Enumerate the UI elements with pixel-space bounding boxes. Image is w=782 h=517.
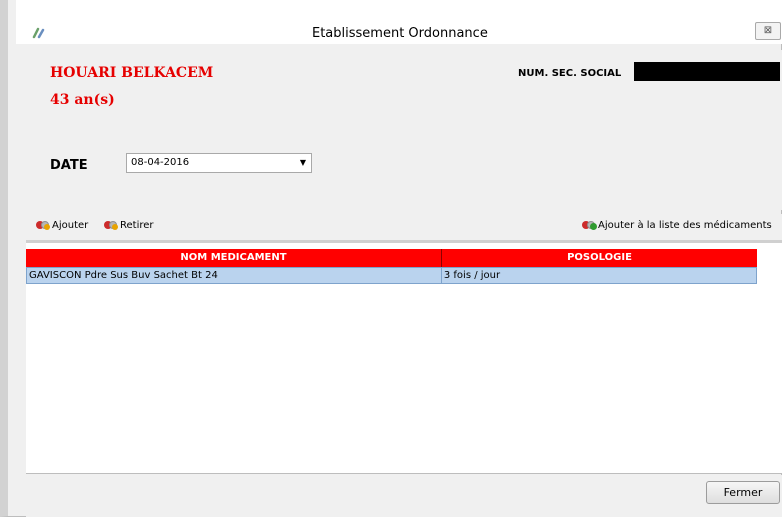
patient-name: HOUARI BELKACEM: [50, 65, 214, 81]
date-select[interactable]: 08-04-2016 ▼: [126, 153, 312, 173]
date-value: 08-04-2016: [131, 157, 190, 168]
nss-value-redacted: [634, 62, 780, 81]
close-button[interactable]: Fermer: [706, 481, 780, 504]
pill-app-icon: [32, 27, 45, 39]
add-button-label: Ajouter: [52, 220, 89, 231]
add-to-list-icon: [582, 220, 597, 230]
patient-info-panel: HOUARI BELKACEM 43 an(s) NUM. SEC. SOCIA…: [26, 50, 782, 210]
close-icon[interactable]: ⊠: [755, 22, 781, 40]
column-header-posologie[interactable]: POSOLOGIE: [442, 249, 757, 267]
cell-posologie[interactable]: 3 fois / jour: [442, 268, 756, 283]
toolbar: Ajouter Retirer Ajouter à la liste des m…: [26, 214, 782, 240]
prescription-window: Etablissement Ordonnance ⊠ HOUARI BELKAC…: [0, 0, 782, 517]
table-row[interactable]: GAVISCON Pdre Sus Buv Sachet Bt 24 3 foi…: [26, 267, 757, 284]
remove-medication-icon: [104, 220, 118, 230]
add-to-list-button[interactable]: Ajouter à la liste des médicaments: [582, 220, 772, 231]
footer: Fermer: [26, 475, 782, 517]
patient-age: 43 an(s): [50, 92, 115, 108]
date-label: DATE: [50, 158, 88, 173]
add-to-list-label: Ajouter à la liste des médicaments: [598, 220, 772, 231]
remove-button-label: Retirer: [120, 220, 154, 231]
title-bar: Etablissement Ordonnance ⊠: [16, 0, 782, 44]
nss-label: NUM. SEC. SOCIAL: [518, 68, 622, 79]
cell-nom[interactable]: GAVISCON Pdre Sus Buv Sachet Bt 24: [27, 268, 442, 283]
grid-header: NOM MEDICAMENT POSOLOGIE: [26, 249, 757, 267]
window-title: Etablissement Ordonnance: [312, 26, 488, 41]
remove-button[interactable]: Retirer: [104, 220, 154, 231]
add-medication-icon: [36, 220, 50, 230]
chevron-down-icon[interactable]: ▼: [300, 154, 306, 172]
column-header-nom[interactable]: NOM MEDICAMENT: [26, 249, 442, 267]
medication-grid: NOM MEDICAMENT POSOLOGIE GAVISCON Pdre S…: [26, 240, 782, 474]
add-button[interactable]: Ajouter: [36, 220, 88, 231]
